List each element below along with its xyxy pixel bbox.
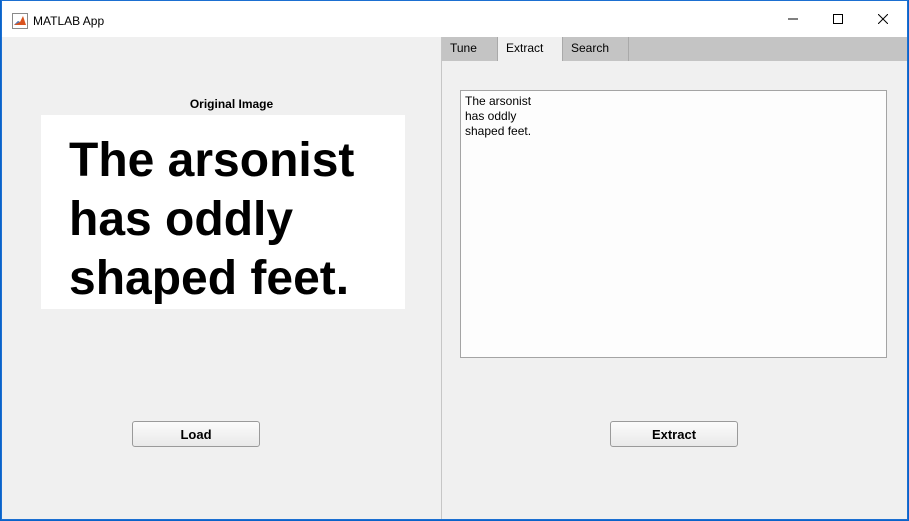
minimize-icon	[788, 18, 798, 20]
tab-extract[interactable]: Extract	[498, 37, 563, 61]
extracted-text-line: The arsonist	[465, 94, 532, 108]
tab-tune[interactable]: Tune	[442, 37, 498, 61]
image-text: The arsonist has oddly shaped feet.	[69, 131, 354, 308]
extracted-text-area[interactable]: The arsonist has oddly shaped feet.	[460, 90, 887, 358]
tab-group: Tune Extract Search The arsonist has odd…	[442, 37, 907, 519]
extract-button[interactable]: Extract	[610, 421, 738, 447]
image-text-line: The arsonist	[69, 134, 355, 187]
minimize-button[interactable]	[770, 1, 816, 37]
load-button[interactable]: Load	[132, 421, 260, 447]
image-title: Original Image	[189, 97, 274, 111]
title-bar[interactable]: MATLAB App	[2, 1, 907, 37]
image-text-line: shaped feet.	[69, 252, 350, 305]
extract-tab-content: The arsonist has oddly shaped feet. Extr…	[442, 61, 907, 519]
extracted-text-line: has oddly	[465, 109, 517, 123]
image-text-line: has oddly	[69, 193, 294, 246]
matlab-logo-icon	[12, 13, 28, 29]
maximize-icon	[833, 14, 843, 24]
tab-bar: Tune Extract Search	[442, 37, 907, 61]
window-title: MATLAB App	[33, 14, 105, 28]
app-window: MATLAB App Original Image The arsonist h…	[1, 0, 908, 520]
maximize-button[interactable]	[815, 1, 861, 37]
tab-search[interactable]: Search	[563, 37, 629, 61]
close-icon	[878, 14, 888, 24]
left-panel: Original Image The arsonist has oddly sh…	[2, 37, 441, 519]
extracted-text-line: shaped feet.	[465, 124, 532, 138]
original-image: The arsonist has oddly shaped feet.	[41, 115, 405, 309]
close-button[interactable]	[860, 1, 906, 37]
